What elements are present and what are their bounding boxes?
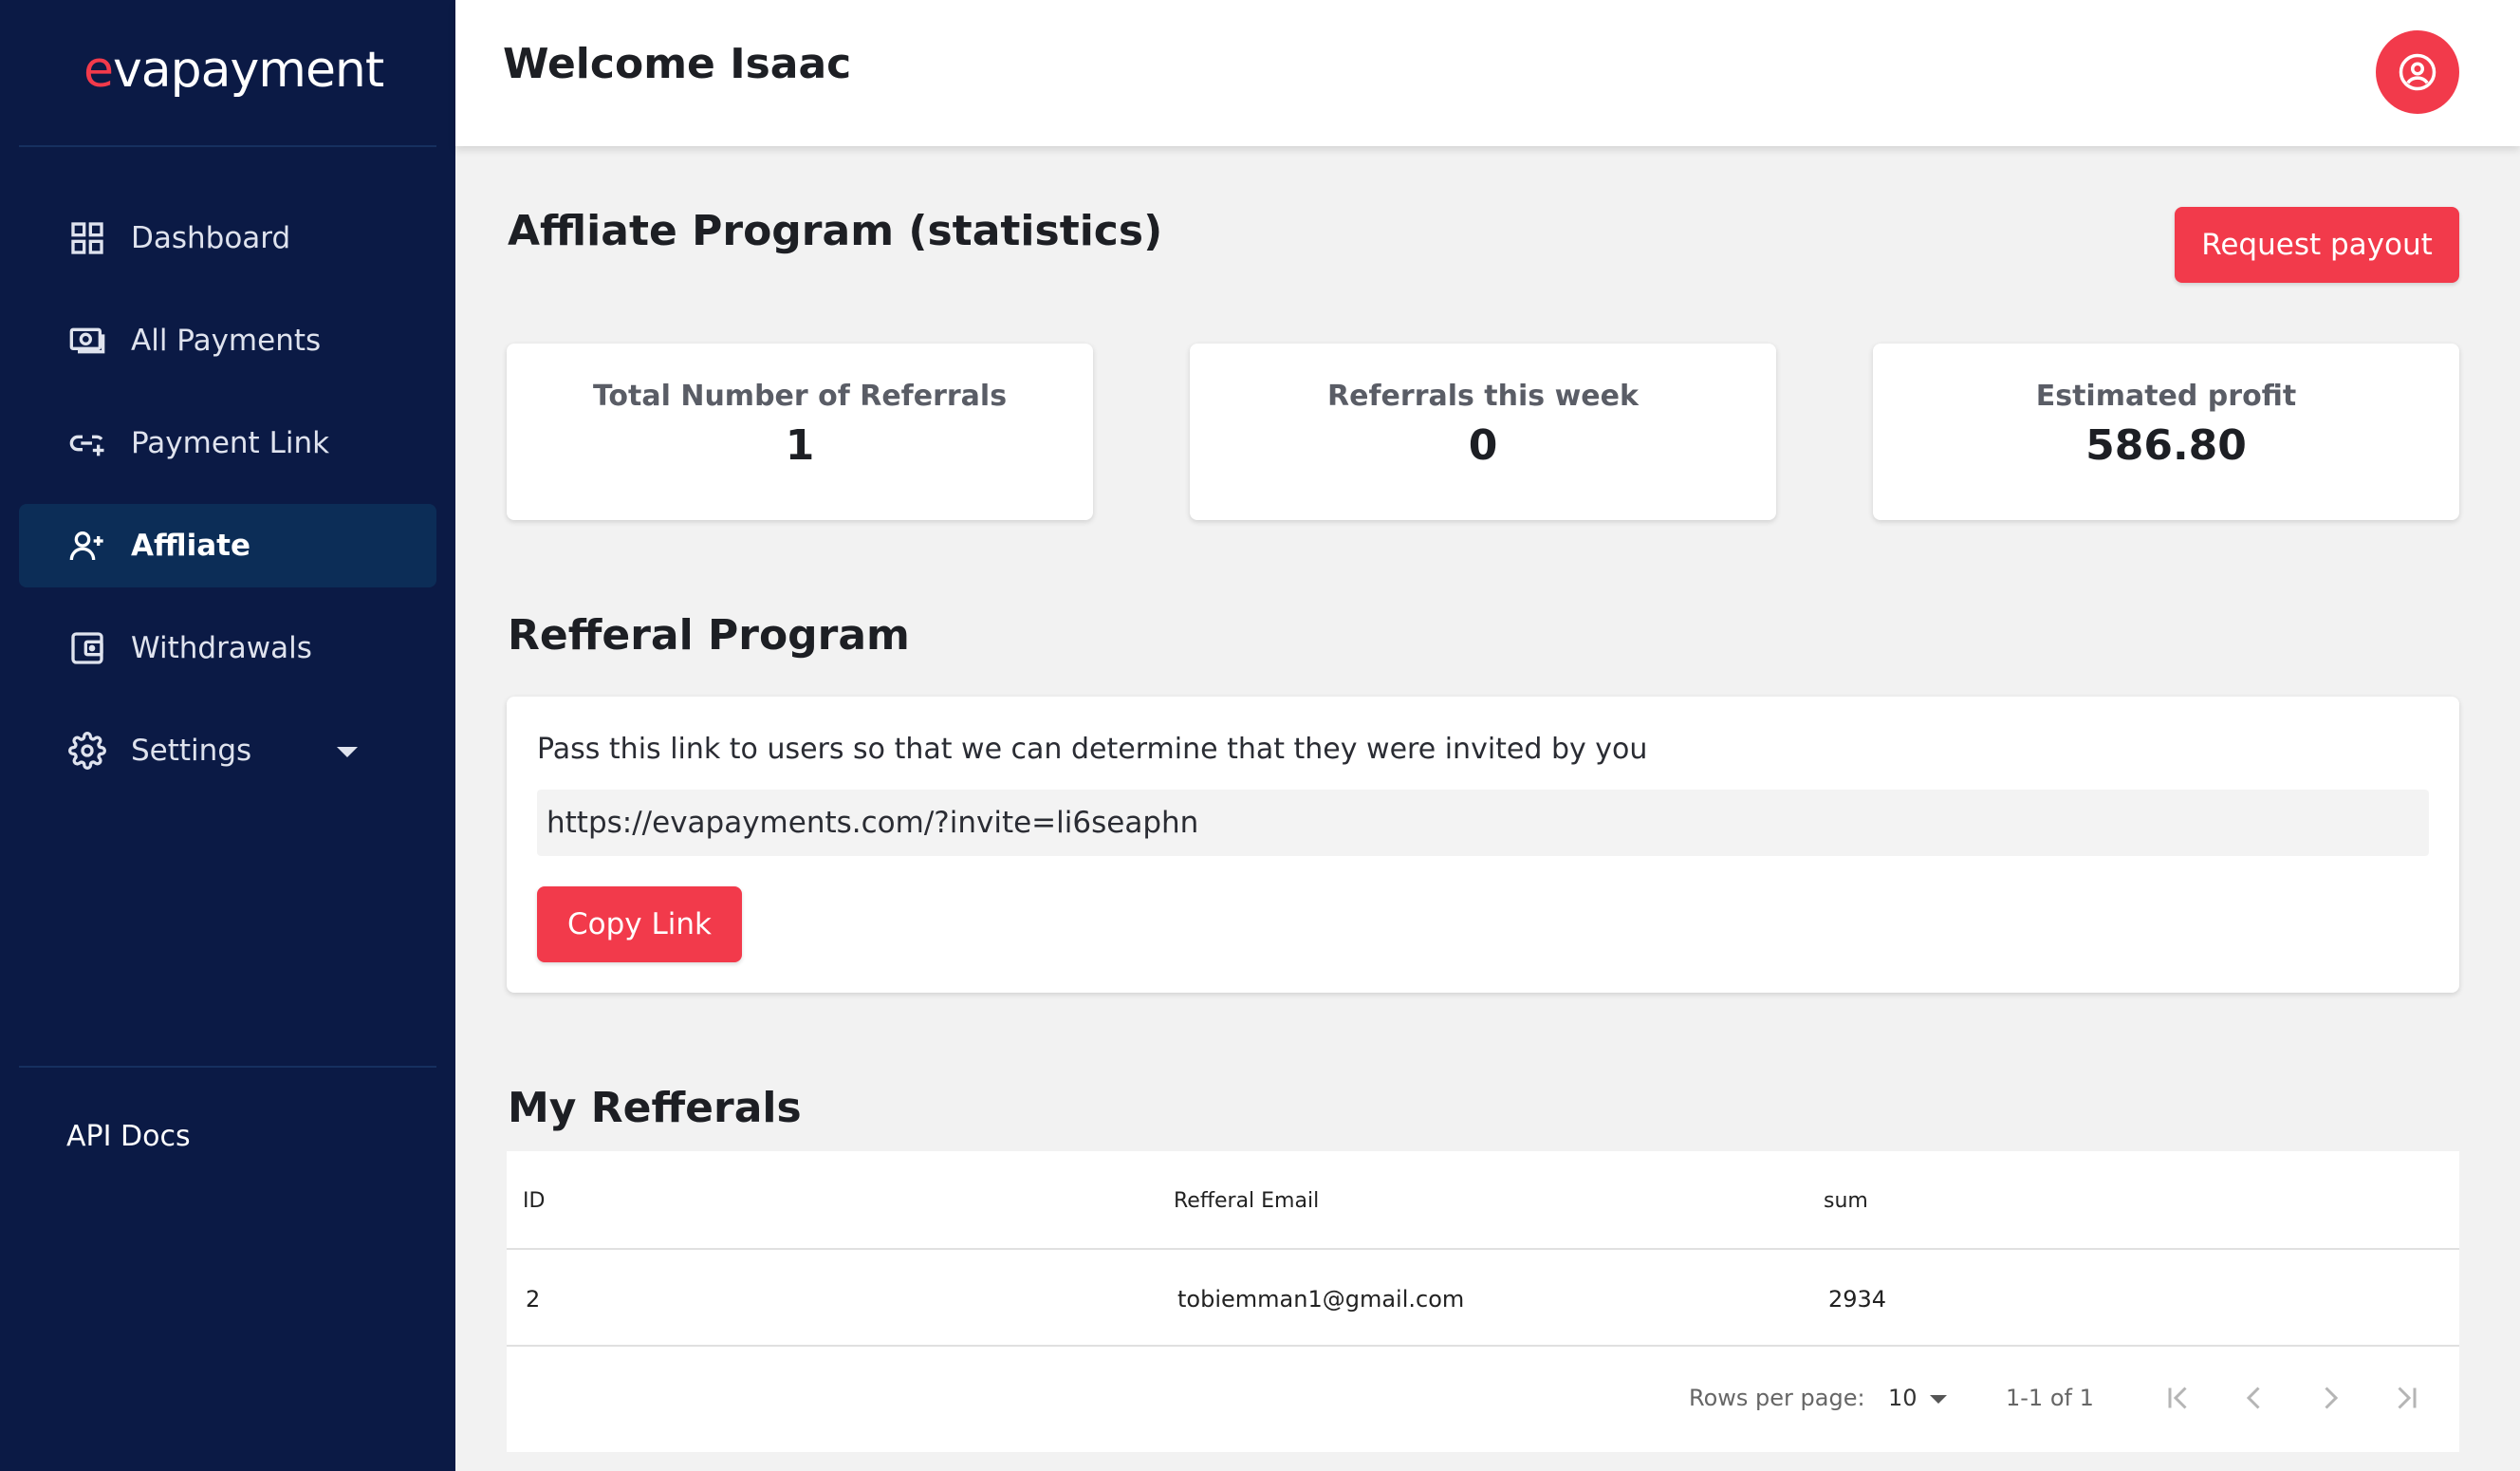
top-header: Welcome Isaac [455,0,2520,146]
account-button[interactable] [2376,30,2459,114]
pagination-range: 1-1 of 1 [2006,1385,2094,1411]
table-cell-email: tobiemman1@gmail.com [1177,1286,1465,1313]
stat-label: Referrals this week [1327,380,1639,413]
affiliate-title: Affliate Program (statistics) [508,207,1163,255]
stat-value: 0 [1468,421,1498,470]
sidebar-item-dashboard[interactable]: Dashboard [19,196,436,280]
sidebar-item-label: Dashboard [131,221,291,255]
request-payout-button[interactable]: Request payout [2175,207,2459,283]
row-divider [507,1345,2459,1347]
my-referrals-title: My Refferals [508,1084,802,1132]
app-logo[interactable]: evapayment [83,42,384,99]
table-cell-sum: 2934 [1828,1286,1887,1313]
stat-card-total-referrals: Total Number of Referrals 1 [507,344,1093,520]
referral-description: Pass this link to users so that we can d… [537,733,1648,766]
wallet-icon [66,627,108,669]
sidebar-divider [19,145,436,147]
stat-label: Estimated profit [2035,380,2297,413]
sidebar-item-all-payments[interactable]: All Payments [19,299,436,382]
sidebar-item-affliate[interactable]: Affliate [19,504,436,587]
sidebar-item-label: Affliate [131,529,250,563]
sidebar-item-label: Withdrawals [131,631,312,665]
sidebar-item-withdrawals[interactable]: Withdrawals [19,606,436,690]
welcome-title: Welcome Isaac [503,40,852,88]
chevron-down-icon[interactable] [337,747,358,757]
api-docs-link[interactable]: API Docs [66,1120,191,1153]
stat-value: 586.80 [2085,421,2247,470]
logo-text: vapayment [113,42,384,99]
logo-prefix: e [83,42,114,99]
sidebar-item-label: All Payments [131,324,322,358]
copy-link-button[interactable]: Copy Link [537,886,742,962]
sidebar-item-payment-link[interactable]: Payment Link [19,401,436,485]
gear-icon [66,730,108,772]
chevron-down-icon[interactable] [1930,1395,1947,1404]
first-page-icon [2168,1387,2187,1409]
sidebar-item-settings[interactable]: Settings [19,709,436,792]
referral-card: Pass this link to users so that we can d… [507,697,2459,993]
chevron-right-icon [2325,1387,2339,1409]
user-plus-icon [66,525,108,567]
first-page-button[interactable] [2159,1379,2197,1417]
sidebar-item-label: Settings [131,734,252,768]
last-page-button[interactable] [2387,1379,2425,1417]
sidebar-item-label: Payment Link [131,426,330,460]
column-header-id[interactable]: ID [523,1189,545,1213]
column-header-email[interactable]: Refferal Email [1174,1189,1319,1213]
account-circle-icon [2399,53,2437,91]
table-cell-id: 2 [526,1286,541,1313]
referral-program-title: Refferal Program [508,611,910,660]
column-header-sum[interactable]: sum [1824,1189,1868,1213]
link-icon [66,422,108,464]
referral-link-field[interactable]: https://evapayments.com/?invite=li6seaph… [537,790,2429,856]
stat-value: 1 [785,421,815,470]
referrals-table: ID Refferal Email sum 2 tobiemman1@gmail… [507,1151,2459,1452]
next-page-button[interactable] [2311,1379,2349,1417]
previous-page-button[interactable] [2235,1379,2273,1417]
sidebar: evapayment Dashboard All Payments Paymen… [0,0,455,1471]
grid-icon [66,217,108,259]
chevron-left-icon [2246,1387,2260,1409]
sidebar-divider [19,1066,436,1068]
stat-label: Total Number of Referrals [592,380,1008,413]
rows-per-page-select[interactable]: 10 [1888,1385,1918,1411]
stat-card-referrals-this-week: Referrals this week 0 [1190,344,1776,520]
row-divider [507,1248,2459,1250]
money-icon [66,320,108,362]
stat-card-estimated-profit: Estimated profit 586.80 [1873,344,2459,520]
rows-per-page-label: Rows per page: [1689,1385,1865,1411]
last-page-icon [2398,1387,2417,1409]
